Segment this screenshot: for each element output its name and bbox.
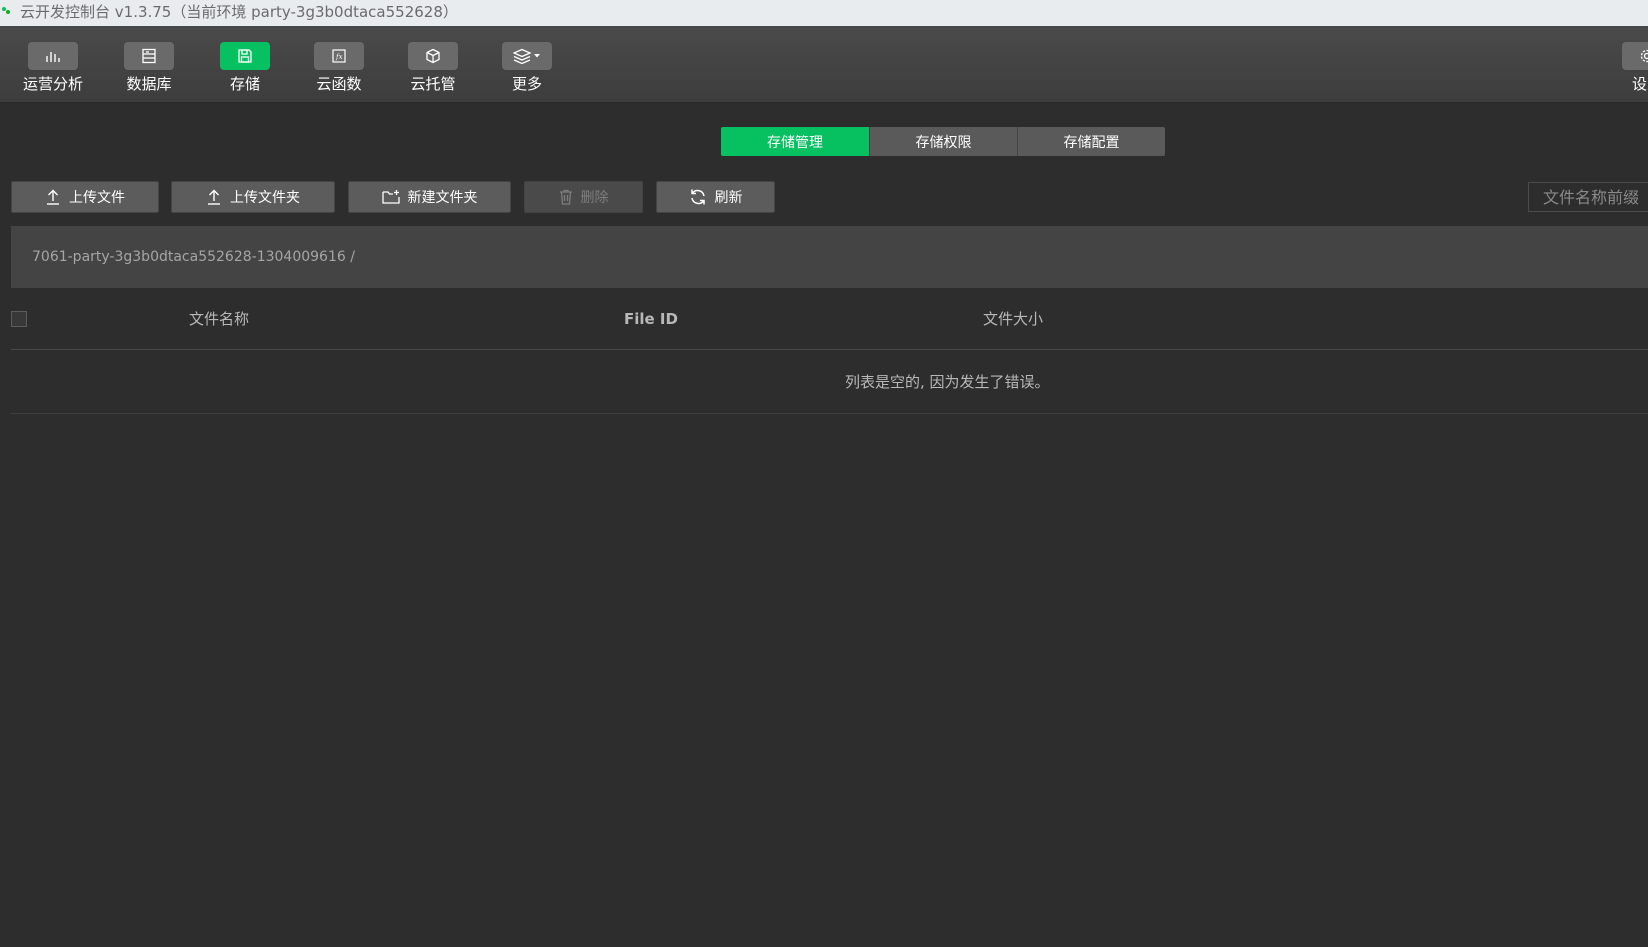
tab-storage-permissions[interactable]: 存储权限: [869, 127, 1017, 156]
file-name-prefix-search-input[interactable]: [1528, 182, 1648, 212]
delete-label: 删除: [580, 190, 609, 206]
toolbar-item-more[interactable]: 更多: [487, 26, 567, 102]
delete-button[interactable]: 删除: [524, 181, 643, 213]
toolbar-item-label: 云函数: [316, 75, 362, 93]
window-titlebar: 云开发控制台 v1.3.75（当前环境 party-3g3b0dtaca5526…: [0, 0, 1648, 26]
column-header-file-size: 文件大小: [983, 310, 1044, 328]
empty-list-error-message: 列表是空的, 因为发生了错误。: [845, 373, 1050, 391]
layers-icon: [502, 42, 552, 70]
window-title: 云开发控制台 v1.3.75（当前环境 party-3g3b0dtaca5526…: [20, 3, 458, 21]
upload-file-button[interactable]: 上传文件: [11, 181, 159, 213]
toolbar-item-label: 设: [1632, 75, 1648, 93]
gear-icon: [1622, 42, 1648, 70]
upload-folder-label: 上传文件夹: [230, 190, 300, 206]
refresh-icon: [690, 189, 705, 205]
storage-path-breadcrumb[interactable]: 7061-party-3g3b0dtaca552628-1304009616 /: [11, 226, 1648, 288]
bar-chart-icon: [28, 42, 78, 70]
toolbar-item-analytics[interactable]: 运营分析: [13, 26, 93, 102]
upload-icon: [47, 189, 59, 205]
storage-tabs: 存储管理 存储权限 存储配置: [721, 127, 1165, 156]
database-icon: [124, 42, 174, 70]
upload-file-label: 上传文件: [69, 190, 125, 206]
refresh-label: 刷新: [714, 190, 743, 206]
new-folder-button[interactable]: 新建文件夹: [348, 181, 511, 213]
toolbar-item-label: 运营分析: [22, 75, 83, 93]
toolbar-item-storage[interactable]: 存储: [205, 26, 285, 102]
svg-text:fx: fx: [335, 53, 343, 61]
toolbar-item-database[interactable]: 数据库: [109, 26, 189, 102]
tab-storage-config[interactable]: 存储配置: [1017, 127, 1165, 156]
function-icon: fx: [314, 42, 364, 70]
upload-folder-button[interactable]: 上传文件夹: [171, 181, 335, 213]
file-table-empty-row: 列表是空的, 因为发生了错误。: [11, 350, 1648, 414]
toolbar-item-label: 数据库: [126, 75, 172, 93]
new-folder-icon: [381, 190, 400, 204]
upload-icon: [208, 189, 220, 205]
tab-storage-management[interactable]: 存储管理: [721, 127, 869, 156]
column-header-file-id: File ID: [624, 310, 678, 328]
toolbar-item-cloud-hosting[interactable]: 云托管: [393, 26, 473, 102]
new-folder-label: 新建文件夹: [407, 190, 478, 206]
toolbar-item-settings[interactable]: 设: [1600, 26, 1648, 102]
cube-icon: [408, 42, 458, 70]
toolbar-item-label: 存储: [229, 75, 260, 93]
toolbar-item-label: 更多: [511, 75, 542, 93]
toolbar-item-cloud-function[interactable]: fx 云函数: [299, 26, 379, 102]
file-table-header: 文件名称 File ID 文件大小: [11, 289, 1648, 350]
select-all-checkbox[interactable]: [11, 311, 27, 327]
storage-icon: [220, 42, 270, 70]
toolbar-item-label: 云托管: [410, 75, 456, 93]
app-icon: [2, 7, 10, 14]
main-toolbar: 运营分析 数据库 存储 fx 云函数 云托管 更多 设: [0, 26, 1648, 103]
column-header-file-name: 文件名称: [189, 310, 250, 328]
trash-icon: [559, 189, 572, 205]
refresh-button[interactable]: 刷新: [656, 181, 775, 213]
